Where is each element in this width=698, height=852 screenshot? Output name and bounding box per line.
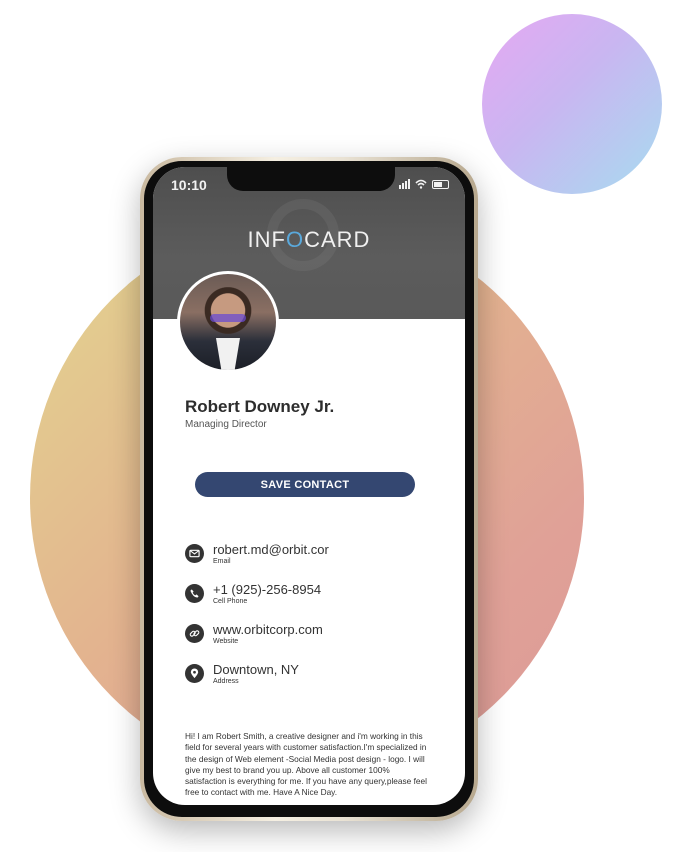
profile-title: Managing Director (185, 419, 267, 430)
contact-website-label: Website (213, 638, 239, 645)
contact-phone[interactable]: +1 (925)-256-8954 Cell Phone (185, 583, 321, 605)
contact-email[interactable]: robert.md@orbit.cor Email (185, 543, 329, 565)
email-icon (185, 544, 204, 563)
brand-logo-accent: O (285, 227, 305, 252)
save-contact-button[interactable]: SAVE CONTACT (195, 472, 415, 497)
wifi-icon (415, 179, 427, 189)
contact-phone-label: Cell Phone (213, 598, 248, 605)
phone-bezel: INFOCARD 10:10 Robert Downey Jr. Managin… (144, 161, 474, 817)
battery-icon (432, 179, 449, 189)
contact-phone-value: +1 (925)-256-8954 (213, 582, 322, 597)
brand-logo: INFOCARD (153, 227, 465, 253)
link-icon (185, 624, 204, 643)
contact-address[interactable]: Downtown, NY Address (185, 663, 299, 685)
signal-icon (399, 179, 410, 189)
contact-website[interactable]: www.orbitcorp.com Website (185, 623, 323, 645)
status-time: 10:10 (171, 177, 207, 193)
avatar-shirt (216, 338, 240, 370)
profile-name: Robert Downey Jr. (185, 397, 335, 416)
avatar-glasses (210, 314, 246, 322)
phone-mockup: INFOCARD 10:10 Robert Downey Jr. Managin… (140, 157, 478, 821)
avatar (177, 271, 279, 373)
contact-email-label: Email (213, 558, 231, 565)
phone-screen: INFOCARD 10:10 Robert Downey Jr. Managin… (153, 167, 465, 805)
location-pin-icon (185, 664, 204, 683)
status-icons (399, 179, 449, 189)
bio-text: Hi! I am Robert Smith, a creative design… (185, 731, 427, 798)
brand-logo-suffix: CARD (304, 227, 371, 252)
background-circle-small (482, 14, 662, 194)
brand-logo-prefix: INF (247, 227, 286, 252)
contact-email-value: robert.md@orbit.cor (213, 542, 329, 557)
phone-notch (227, 167, 395, 191)
phone-icon (185, 584, 204, 603)
contact-address-value: Downtown, NY (213, 662, 299, 677)
contact-address-label: Address (213, 678, 239, 685)
contact-website-value: www.orbitcorp.com (213, 622, 323, 637)
